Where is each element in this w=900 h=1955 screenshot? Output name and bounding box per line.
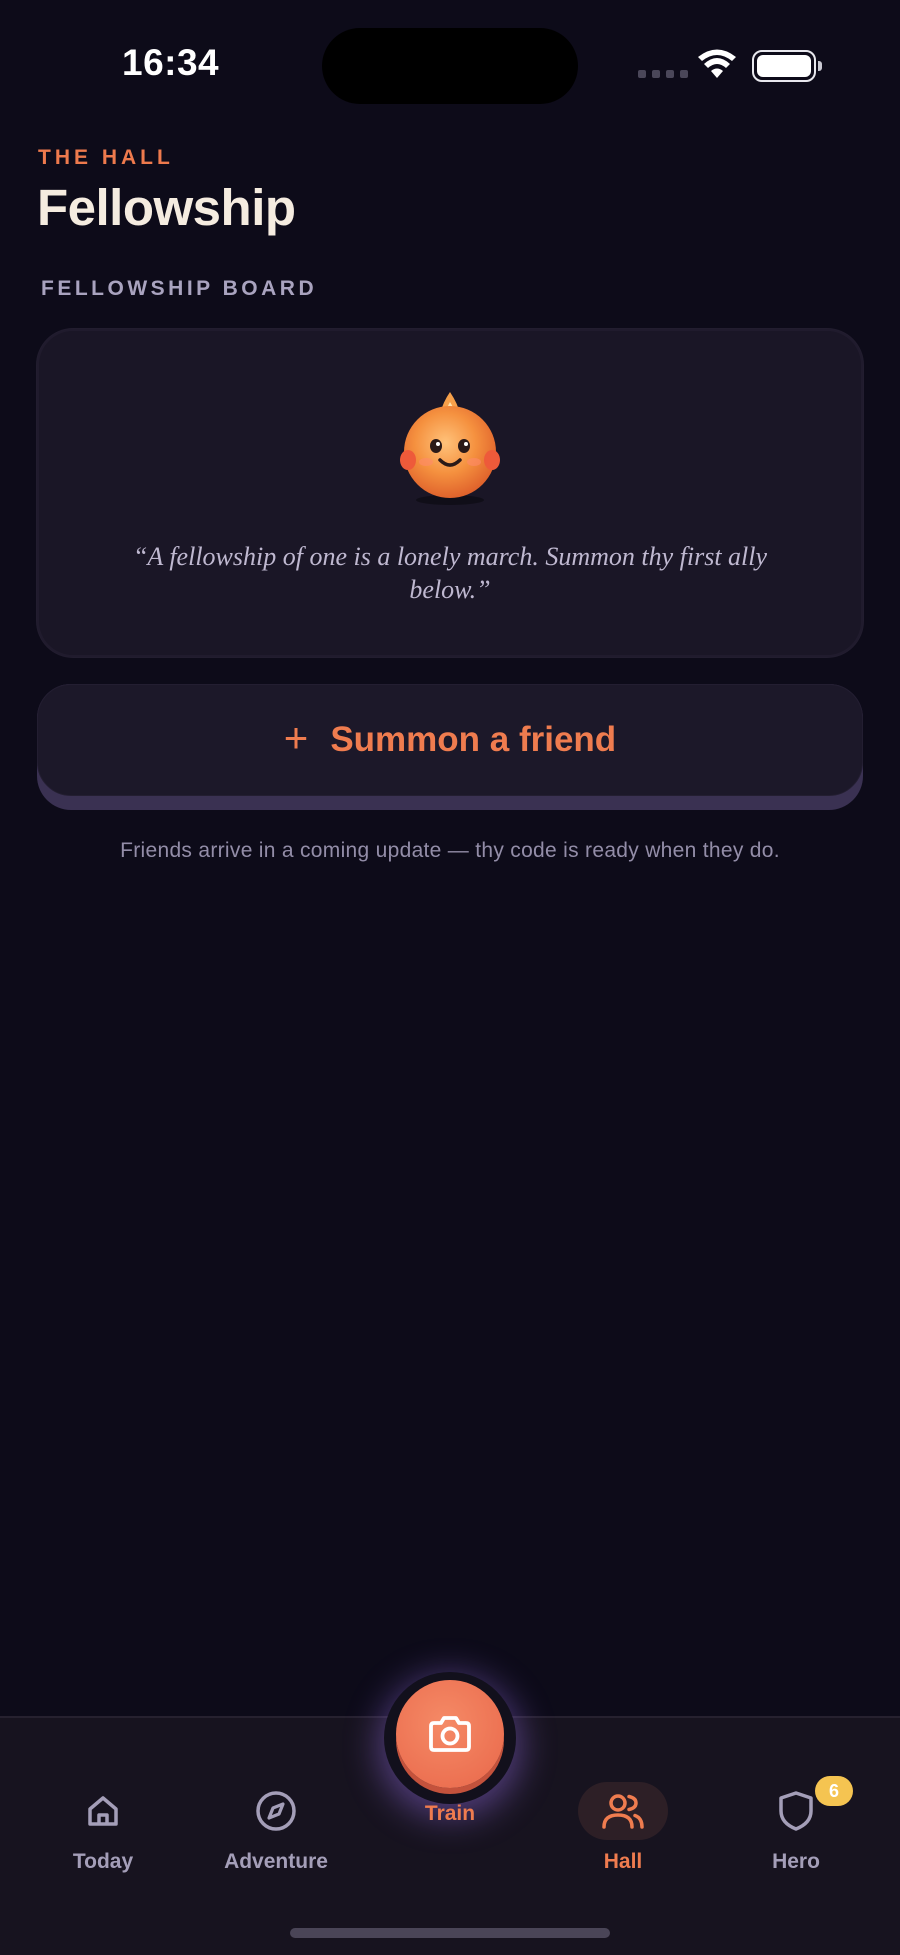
page-title: Fellowship [37, 179, 296, 236]
tab-hall[interactable]: Hall [553, 1782, 693, 1874]
hero-notification-badge: 6 [815, 1776, 853, 1806]
section-label-fellowship-board: FELLOWSHIP BOARD [41, 277, 318, 300]
tab-today[interactable]: Today [33, 1782, 173, 1874]
tab-train-label: Train [424, 1802, 476, 1825]
tab-hall-icon-box [578, 1782, 668, 1840]
tab-adventure-label: Adventure [224, 1850, 328, 1873]
dynamic-island [322, 28, 578, 104]
fellowship-screen: 16:34 THE HALL Fellowship FELLOWSHIP BOA… [0, 0, 900, 1955]
wifi-icon [698, 49, 736, 78]
train-camera-button[interactable] [396, 1680, 504, 1788]
summon-friend-label: Summon a friend [330, 720, 617, 759]
summon-footnote: Friends arrive in a coming update — thy … [120, 839, 780, 862]
compass-icon [256, 1791, 296, 1831]
empty-board-quote: “A fellowship of one is a lonely march. … [132, 542, 768, 604]
tab-adventure-icon-box [231, 1782, 321, 1840]
camera-icon [429, 1716, 471, 1752]
status-time: 16:34 [122, 42, 220, 83]
shield-icon [779, 1791, 813, 1831]
tab-today-icon-box [58, 1782, 148, 1840]
battery-icon [752, 50, 822, 82]
page-eyebrow: THE HALL [38, 146, 174, 169]
tab-today-label: Today [72, 1850, 134, 1873]
tab-hall-label: Hall [603, 1850, 643, 1873]
users-icon [602, 1794, 644, 1829]
tab-adventure[interactable]: Adventure [206, 1782, 346, 1874]
cellular-signal-icon [638, 70, 688, 78]
plus-icon: + [283, 714, 309, 761]
summon-friend-button[interactable]: + Summon a friend [37, 684, 863, 796]
home-icon [88, 1796, 118, 1826]
tab-hero-label: Hero [772, 1850, 820, 1873]
flame-mascot-icon [400, 392, 500, 505]
home-indicator[interactable] [290, 1928, 610, 1938]
